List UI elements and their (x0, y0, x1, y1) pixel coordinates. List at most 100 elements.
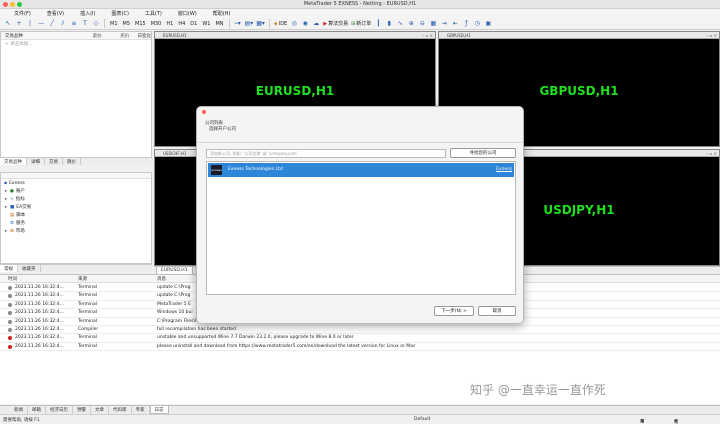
journal-row[interactable]: 2023.11.26 16:32:4... Compiler full recomp… (0, 326, 720, 335)
nav-item-experts[interactable]: ▸ ■ EA交易 (1, 203, 151, 211)
col-time[interactable]: 时间 (8, 276, 17, 282)
nav-item-market[interactable]: ▸ ⊞ 市场 (1, 227, 151, 235)
vertical-line-icon[interactable]: | (26, 19, 34, 28)
timeframe-mn[interactable]: MN (214, 21, 224, 27)
ide-button[interactable]: ◈ IDE (274, 21, 287, 27)
shapes-icon[interactable]: ◇ (92, 19, 100, 28)
new-order-button[interactable]: ⊞ 新订单 (351, 20, 371, 28)
line-chart-icon[interactable]: ∿ (396, 19, 404, 28)
timeframe-m15[interactable]: M15 (134, 21, 147, 27)
templates-icon[interactable]: ▣ (484, 19, 492, 28)
journal-source: Terminal (78, 318, 98, 324)
periods-icon[interactable]: ◷ (473, 19, 481, 28)
col-ask[interactable]: 买价 (102, 33, 129, 39)
trendline-icon[interactable]: ╱ (48, 19, 56, 28)
menu-help[interactable]: 帮助(H) (205, 10, 239, 17)
dialog-close-button[interactable] (202, 110, 206, 114)
journal-message: full recompilation has been started (157, 327, 236, 332)
timeframe-h1[interactable]: H1 (165, 21, 174, 27)
timeframe-h4[interactable]: H4 (177, 21, 186, 27)
nav-item-exness[interactable]: ▪ Exness (1, 179, 151, 187)
cursor-icon[interactable]: ↖ (4, 19, 12, 28)
horizontal-line-icon[interactable]: — (37, 19, 45, 28)
signals-icon[interactable]: ◉ (301, 19, 309, 28)
menu-tools[interactable]: 工具(T) (137, 10, 170, 17)
nav-item-accounts[interactable]: ▸ ● 账户 (1, 187, 151, 195)
fibonacci-icon[interactable]: ≡ (70, 19, 78, 28)
company-link[interactable]: Exness (496, 167, 512, 172)
col-message[interactable]: 消息 (157, 276, 166, 282)
tab-calendar[interactable]: 经济日历 (46, 406, 73, 414)
tab-trading[interactable]: 交易 (45, 158, 63, 165)
menu-window[interactable]: 窗口(W) (170, 10, 205, 17)
python-icon[interactable]: ◎ (290, 19, 298, 28)
crosshair-icon[interactable]: + (15, 19, 23, 28)
company-search-input[interactable]: 添加新公司, 例如: '公司名称' 或 'company.com' (206, 149, 446, 158)
tab-ticks[interactable]: 跳价 (63, 158, 81, 165)
col-symbol[interactable]: 交易品种 (5, 33, 74, 39)
tab-journal[interactable]: 日志 (149, 406, 169, 414)
info-icon (8, 311, 12, 316)
template-icon[interactable]: ▤▾ (245, 19, 254, 28)
tab-alerts[interactable]: 预警 (73, 406, 91, 414)
company-logo: exness (211, 165, 222, 175)
nav-item-services[interactable]: ⚙ 服务 (1, 219, 151, 227)
company-item-exness[interactable]: exness Exness Technologies Ltd Exness (208, 163, 514, 177)
tab-favorites[interactable]: 收藏夹 (18, 265, 41, 272)
timeframe-w1[interactable]: W1 (201, 21, 211, 27)
tab-codebase[interactable]: 代码库 (109, 406, 132, 414)
add-symbol-row[interactable]: + 单击添加... (1, 40, 151, 48)
journal-row[interactable]: 2023.11.26 16:32:4... Terminal please unin… (0, 343, 720, 352)
algo-trading-button[interactable]: ▶ 算法交易 (323, 20, 348, 28)
zoom-in-icon[interactable]: ⊕ (407, 19, 415, 28)
chart-window-controls[interactable]: – ▫ × (706, 151, 717, 156)
algo-icon: ▶ (323, 20, 328, 27)
chart-type-icon[interactable]: ⌁▾ (234, 19, 242, 28)
status-profile: Default (414, 417, 431, 422)
timeframe-d1[interactable]: D1 (189, 21, 198, 27)
experts-icon: ■ (10, 204, 15, 210)
chart-window-controls[interactable]: – ▫ × (422, 33, 433, 38)
next-button[interactable]: 下一步(N) > (434, 306, 474, 316)
timeframe-m5[interactable]: M5 (122, 21, 132, 27)
auto-scroll-icon[interactable]: ⇥ (440, 19, 448, 28)
bars-chart-icon[interactable]: ┃ (374, 19, 382, 28)
col-change[interactable]: 日变化 (129, 33, 152, 39)
tab-mailbox[interactable]: 邮箱 (28, 406, 46, 414)
info-icon (8, 328, 12, 332)
scripts-icon: ▤ (10, 212, 15, 218)
nav-item-scripts[interactable]: ▤ 脚本 (1, 211, 151, 219)
timeframe-m1[interactable]: M1 (109, 21, 119, 27)
nav-item-indicators[interactable]: ▸ ∿ 指标 (1, 195, 151, 203)
tab-details[interactable]: 详细 (27, 158, 45, 165)
menu-charts[interactable]: 图表(C) (104, 10, 137, 17)
tab-common[interactable]: 常规 (0, 265, 18, 272)
navigator-panel: ▪ Exness ▸ ● 账户 ▸ ∿ 指标 ▸ ■ EA交易 ▤ 脚本 ⚙ 服… (0, 172, 152, 264)
channel-icon[interactable]: ⫽ (59, 19, 67, 28)
cancel-button[interactable]: 取消 (478, 306, 516, 316)
profiles-icon[interactable]: ▦▾ (256, 19, 265, 28)
chart-symbol-label: GBPUSD,H1 (539, 84, 619, 99)
find-company-button[interactable]: 寻找您的公司 (450, 148, 516, 158)
journal-row[interactable]: 2023.11.26 16:32:4... Terminal unstable an… (0, 334, 720, 343)
timeframe-m30[interactable]: M30 (150, 21, 163, 27)
tab-symbols[interactable]: 交易品种 (0, 158, 27, 165)
text-tool-icon[interactable]: T (81, 19, 89, 28)
candles-chart-icon[interactable]: ▮ (385, 19, 393, 28)
menu-file[interactable]: 文件(F) (2, 10, 39, 17)
col-bid[interactable]: 卖价 (74, 33, 102, 39)
zoom-out-icon[interactable]: ⊖ (418, 19, 426, 28)
window-titlebar: MetaTrader 5 EXNESS - Netting - EURUSD,H… (0, 0, 720, 9)
vps-icon[interactable]: ☁ (312, 19, 320, 28)
col-source[interactable]: 来源 (78, 276, 87, 282)
menu-insert[interactable]: 插入(I) (72, 10, 103, 17)
broker-icon: ▪ (4, 180, 8, 186)
menu-view[interactable]: 查看(V) (39, 10, 72, 17)
tile-windows-icon[interactable]: ▦ (429, 19, 437, 28)
chart-window-controls[interactable]: – ▫ × (706, 33, 717, 38)
tab-experts[interactable]: 专家 (132, 406, 150, 414)
tab-articles[interactable]: 文章 (91, 406, 109, 414)
chart-shift-icon[interactable]: ⇤ (451, 19, 459, 28)
tab-news[interactable]: 新闻 (10, 406, 28, 414)
indicators-icon[interactable]: ƒ (462, 19, 470, 28)
